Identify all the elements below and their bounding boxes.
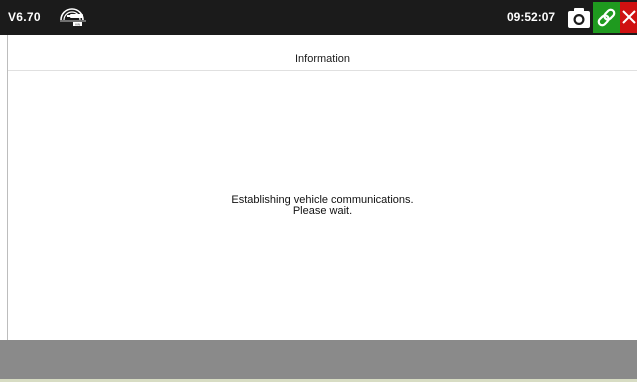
status-message: Establishing vehicle communications. Ple… (8, 195, 637, 217)
title-bar: Information (8, 35, 637, 71)
camera-icon[interactable] (566, 5, 592, 31)
svg-text:VIN: VIN (75, 22, 80, 26)
vci-connection-icon: VIN (58, 6, 88, 28)
app-screen: V6.70 VIN 09:52:07 Information Establish… (0, 0, 637, 382)
bottom-button-bar (0, 340, 637, 379)
link-icon[interactable] (593, 2, 620, 33)
version-label: V6.70 (8, 10, 41, 24)
page-title: Information (294, 53, 351, 65)
content-area: Establishing vehicle communications. Ple… (8, 71, 637, 340)
close-icon[interactable] (620, 2, 637, 33)
clock: 09:52:07 (507, 10, 556, 24)
status-bar: V6.70 VIN 09:52:07 (0, 0, 637, 35)
message-line-2: Please wait. (292, 205, 353, 217)
